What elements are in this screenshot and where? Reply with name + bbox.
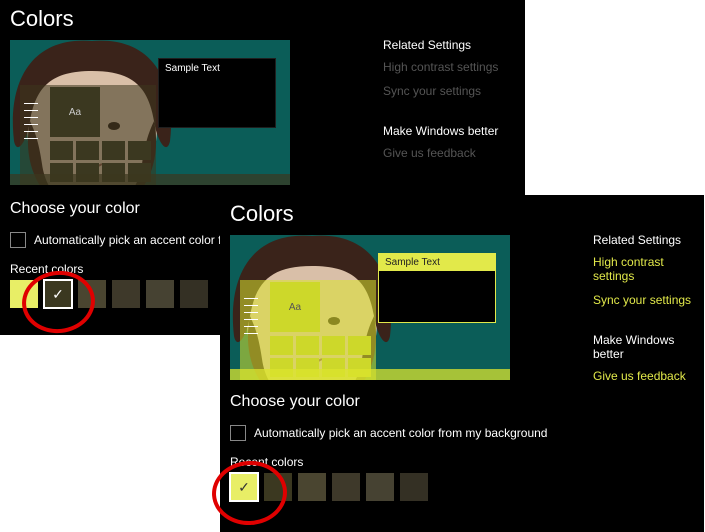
sidebar-heading-2: Make Windows better: [593, 333, 704, 361]
swatch-yellow[interactable]: [10, 280, 38, 308]
sample-window: Sample Text: [378, 253, 496, 323]
checkbox-icon[interactable]: [10, 232, 26, 248]
link-feedback[interactable]: Give us feedback: [383, 146, 498, 160]
sample-window: Sample Text: [158, 58, 276, 128]
recent-swatches: ✓: [230, 473, 547, 501]
swatch-6[interactable]: [400, 473, 428, 501]
color-preview: Aa Sample Text: [10, 40, 290, 185]
link-high-contrast[interactable]: High contrast settings: [383, 60, 498, 74]
choose-color-section: Choose your color Automatically pick an …: [10, 200, 255, 308]
swatch-4[interactable]: [112, 280, 140, 308]
swatch-6[interactable]: [180, 280, 208, 308]
swatch-selected-dark[interactable]: ✓: [44, 280, 72, 308]
swatch-2[interactable]: [264, 473, 292, 501]
page-title: Colors: [220, 195, 704, 235]
sidebar-heading: Related Settings: [593, 233, 704, 247]
taskbar-mock: [230, 369, 510, 380]
choose-heading: Choose your color: [10, 200, 255, 218]
swatch-selected-yellow[interactable]: ✓: [230, 473, 258, 501]
auto-pick-row[interactable]: Automatically pick an accent color from …: [10, 232, 255, 248]
aa-tile: Aa: [270, 282, 320, 332]
recent-colors-label: Recent colors: [230, 455, 547, 469]
hamburger-lines-icon: [244, 292, 258, 340]
taskbar-mock: [10, 174, 290, 185]
swatch-5[interactable]: [366, 473, 394, 501]
swatch-3[interactable]: [78, 280, 106, 308]
sample-window-title: Sample Text: [159, 59, 275, 78]
swatch-5[interactable]: [146, 280, 174, 308]
start-mock: Aa: [20, 85, 156, 185]
settings-panel-yellow: Colors Aa Sample Text Related Settings H…: [220, 195, 704, 532]
color-preview: Aa Sample Text: [230, 235, 510, 380]
recent-colors-label: Recent colors: [10, 262, 255, 276]
swatch-4[interactable]: [332, 473, 360, 501]
check-icon: ✓: [44, 280, 72, 308]
related-sidebar: Related Settings High contrast settings …: [383, 38, 498, 170]
check-icon: ✓: [230, 473, 258, 501]
swatch-3[interactable]: [298, 473, 326, 501]
choose-heading: Choose your color: [230, 393, 547, 411]
start-mock: Aa: [240, 280, 376, 380]
link-high-contrast[interactable]: High contrast settings: [593, 255, 704, 283]
page-title: Colors: [0, 0, 525, 40]
link-sync-settings[interactable]: Sync your settings: [383, 84, 498, 98]
auto-pick-row[interactable]: Automatically pick an accent color from …: [230, 425, 547, 441]
checkbox-icon[interactable]: [230, 425, 246, 441]
link-feedback[interactable]: Give us feedback: [593, 369, 704, 383]
sidebar-heading: Related Settings: [383, 38, 498, 52]
related-sidebar: Related Settings High contrast settings …: [593, 233, 704, 393]
auto-pick-label: Automatically pick an accent color from …: [254, 426, 547, 440]
sidebar-heading-2: Make Windows better: [383, 124, 498, 138]
sample-window-title: Sample Text: [379, 254, 495, 271]
choose-color-section: Choose your color Automatically pick an …: [230, 393, 547, 501]
link-sync-settings[interactable]: Sync your settings: [593, 293, 704, 307]
aa-tile: Aa: [50, 87, 100, 137]
hamburger-lines-icon: [24, 97, 38, 145]
recent-swatches: ✓: [10, 280, 255, 308]
